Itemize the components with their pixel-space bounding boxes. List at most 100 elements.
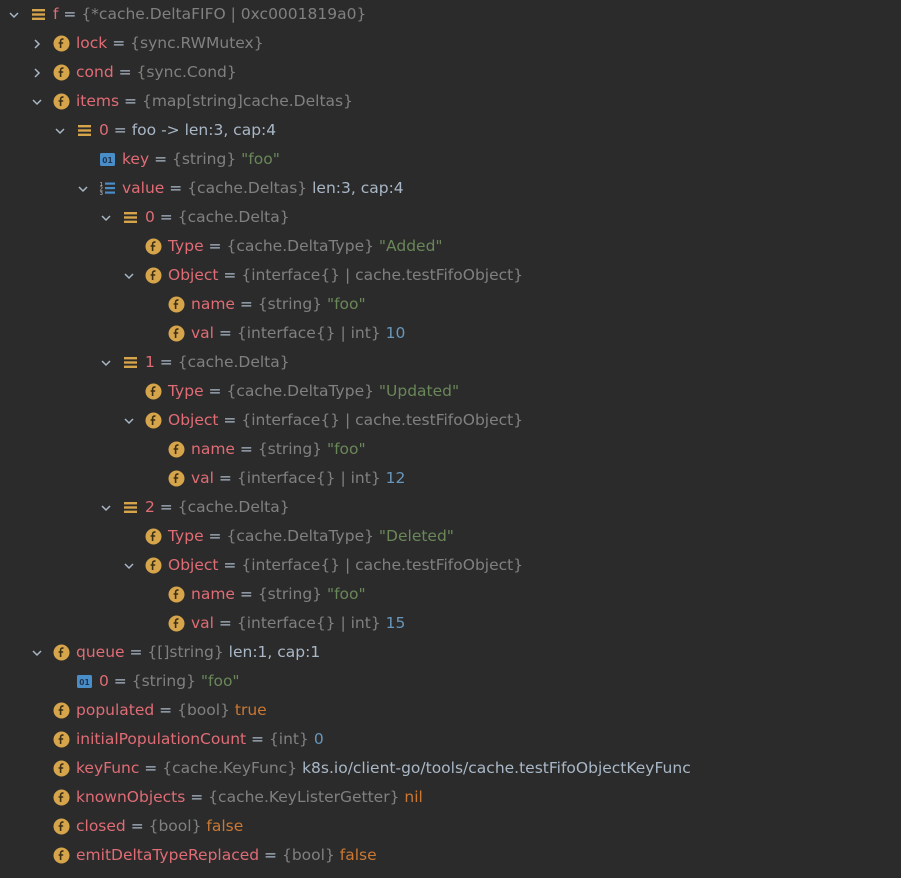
tree-row-2[interactable]: 2 = {cache.Delta}	[0, 493, 901, 522]
equals-sign: =	[246, 730, 269, 748]
variable-name: 0	[99, 121, 109, 139]
equals-sign: =	[218, 411, 242, 429]
tree-row-key[interactable]: 01 key = {string} "foo"	[0, 145, 901, 174]
equals-sign: =	[125, 817, 149, 835]
variable-type: {interface{} | int}	[236, 324, 381, 342]
variable-type: {cache.Delta}	[177, 498, 290, 516]
chevron-right-icon[interactable]	[29, 58, 45, 87]
chevron-right-icon[interactable]	[29, 29, 45, 58]
variable-type: {*cache.DeltaFIFO | 0xc0001819a0}	[81, 5, 367, 23]
variable-value: "Added"	[378, 237, 443, 255]
equals-sign: =	[107, 34, 131, 52]
tree-row-cond[interactable]: cond = {sync.Cond}	[0, 58, 901, 87]
variable-value: len:1, cap:1	[228, 643, 321, 661]
tree-row-0[interactable]: 0 = {cache.Delta}	[0, 203, 901, 232]
tree-row-closed[interactable]: closed = {bool} false	[0, 812, 901, 841]
tree-row-type[interactable]: Type = {cache.DeltaType} "Deleted"	[0, 522, 901, 551]
tree-row-value[interactable]: 1 2 3 value = {cache.Deltas} len:3, cap:4	[0, 174, 901, 203]
equals-sign: =	[154, 701, 178, 719]
tree-row-val[interactable]: val = {interface{} | int} 12	[0, 464, 901, 493]
chevron-down-icon[interactable]	[121, 551, 137, 580]
object-icon	[122, 354, 139, 371]
tree-row-1[interactable]: 1 = {cache.Delta}	[0, 348, 901, 377]
tree-row-object[interactable]: Object = {interface{} | cache.testFifoOb…	[0, 261, 901, 290]
tree-row-name[interactable]: name = {string} "foo"	[0, 435, 901, 464]
chevron-down-icon[interactable]	[121, 406, 137, 435]
variable-name: lock	[76, 34, 108, 52]
chevron-down-icon[interactable]	[29, 87, 45, 116]
equals-sign: =	[149, 150, 172, 168]
chevron-down-icon[interactable]	[75, 174, 91, 203]
field-icon	[145, 557, 162, 574]
variable-name: populated	[76, 701, 155, 719]
variable-type: {cache.KeyFunc}	[162, 759, 298, 777]
equals-sign: =	[234, 295, 258, 313]
equals-sign: =	[154, 498, 178, 516]
chevron-down-icon[interactable]	[121, 261, 137, 290]
chevron-down-icon[interactable]	[6, 0, 22, 29]
variable-type: {int}	[268, 730, 309, 748]
row-text: key = {string} "foo"	[122, 145, 280, 174]
chevron-down-icon[interactable]	[98, 203, 114, 232]
array-icon: 123	[99, 180, 116, 197]
field-icon	[53, 35, 70, 52]
chevron-down-icon[interactable]	[98, 348, 114, 377]
field-icon	[145, 412, 162, 429]
tree-row-items[interactable]: items = {map[string]cache.Deltas}	[0, 87, 901, 116]
variable-name: queue	[76, 643, 125, 661]
equals-sign: =	[259, 846, 282, 864]
field-icon	[168, 586, 185, 603]
tree-row-object[interactable]: Object = {interface{} | cache.testFifoOb…	[0, 551, 901, 580]
tree-row-object[interactable]: Object = {interface{} | cache.testFifoOb…	[0, 406, 901, 435]
variable-name: emitDeltaTypeReplaced	[76, 846, 260, 864]
equals-sign: =	[213, 469, 237, 487]
row-text: items = {map[string]cache.Deltas}	[76, 87, 353, 116]
svg-text:01: 01	[102, 156, 112, 165]
variable-type: {cache.DeltaType}	[226, 382, 374, 400]
tree-row-type[interactable]: Type = {cache.DeltaType} "Updated"	[0, 377, 901, 406]
variable-type: {cache.Delta}	[177, 208, 290, 226]
variable-name: name	[191, 440, 235, 458]
tree-row-val[interactable]: val = {interface{} | int} 10	[0, 319, 901, 348]
variable-value: k8s.io/client-go/tools/cache.testFifoObj…	[302, 759, 691, 777]
tree-row-val[interactable]: val = {interface{} | int} 15	[0, 609, 901, 638]
tree-row-name[interactable]: name = {string} "foo"	[0, 290, 901, 319]
tree-row-keyfunc[interactable]: keyFunc = {cache.KeyFunc} k8s.io/client-…	[0, 754, 901, 783]
variable-value: 0	[313, 730, 324, 748]
chevron-down-icon[interactable]	[98, 493, 114, 522]
row-text: 0 = foo -> len:3, cap:4	[99, 116, 276, 145]
variable-type: {interface{} | int}	[236, 614, 381, 632]
variable-value: false	[339, 846, 377, 864]
row-text: 0 = {string} "foo"	[99, 667, 240, 696]
tree-row-0[interactable]: 01 0 = {string} "foo"	[0, 667, 901, 696]
variable-type: {interface{} | int}	[236, 469, 381, 487]
chevron-down-icon[interactable]	[29, 638, 45, 667]
tree-row-f[interactable]: f = {*cache.DeltaFIFO | 0xc0001819a0}	[0, 0, 901, 29]
variable-name: Object	[168, 556, 219, 574]
tree-row-0[interactable]: 0 = foo -> len:3, cap:4	[0, 116, 901, 145]
tree-row-initialpopulationcount[interactable]: initialPopulationCount = {int} 0	[0, 725, 901, 754]
field-icon	[168, 296, 185, 313]
tree-row-name[interactable]: name = {string} "foo"	[0, 580, 901, 609]
field-icon	[53, 93, 70, 110]
tree-row-lock[interactable]: lock = {sync.RWMutex}	[0, 29, 901, 58]
field-icon	[53, 789, 70, 806]
variable-value: "foo"	[200, 672, 240, 690]
tree-row-populated[interactable]: populated = {bool} true	[0, 696, 901, 725]
variable-name: 1	[145, 353, 155, 371]
tree-row-knownobjects[interactable]: knownObjects = {cache.KeyListerGetter} n…	[0, 783, 901, 812]
equals-sign: =	[203, 237, 227, 255]
tree-row-emitdeltatypereplaced[interactable]: emitDeltaTypeReplaced = {bool} false	[0, 841, 901, 870]
field-icon	[145, 383, 162, 400]
chevron-down-icon[interactable]	[52, 116, 68, 145]
row-text: name = {string} "foo"	[191, 290, 366, 319]
variable-type: {interface{} | cache.testFifoObject}	[241, 411, 524, 429]
primitive-icon: 01	[99, 151, 116, 168]
tree-row-queue[interactable]: queue = {[]string} len:1, cap:1	[0, 638, 901, 667]
tree-row-type[interactable]: Type = {cache.DeltaType} "Added"	[0, 232, 901, 261]
equals-sign: =	[124, 643, 148, 661]
variable-name: Object	[168, 411, 219, 429]
svg-text:01: 01	[79, 678, 89, 687]
variable-value: nil	[404, 788, 423, 806]
equals-sign: =	[119, 92, 142, 110]
